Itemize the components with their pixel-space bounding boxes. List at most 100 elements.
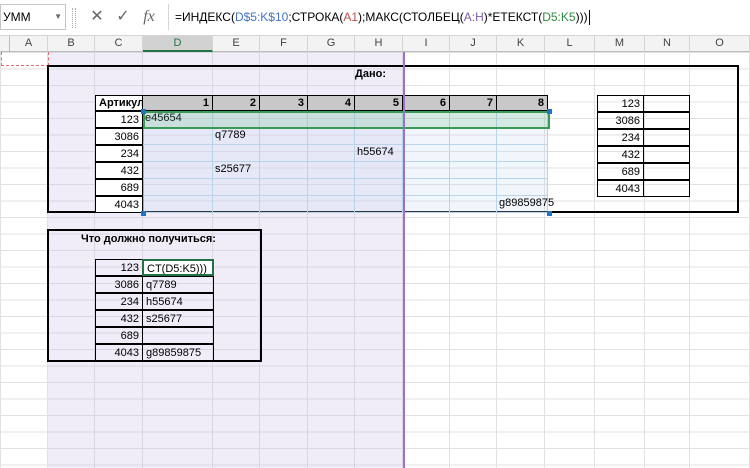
data-cell[interactable]	[450, 179, 497, 196]
column-header-k[interactable]: K	[497, 36, 545, 52]
data-cell[interactable]	[497, 179, 548, 196]
data-cell[interactable]	[143, 145, 213, 162]
data-cell[interactable]	[450, 145, 497, 162]
side-list-cell[interactable]: 123	[597, 95, 644, 112]
insert-function-icon[interactable]: fx	[138, 6, 160, 28]
side-list-empty-cell[interactable]	[643, 180, 690, 197]
data-cell[interactable]	[403, 179, 450, 196]
side-list-cell[interactable]: 3086	[597, 112, 644, 129]
column-header-h[interactable]: H	[355, 36, 403, 52]
expected-value-cell[interactable]: s25677	[142, 310, 214, 327]
column-header-b[interactable]: B	[48, 36, 95, 52]
header-number-cell[interactable]: 3	[260, 95, 308, 111]
article-cell[interactable]: 123	[95, 111, 143, 128]
enter-icon[interactable]: ✓	[112, 6, 134, 28]
side-list-empty-cell[interactable]	[643, 146, 690, 163]
data-cell[interactable]	[497, 128, 548, 145]
range-handle[interactable]	[547, 109, 552, 114]
article-cell[interactable]: 4043	[95, 196, 143, 213]
side-list-cell[interactable]: 689	[597, 163, 644, 180]
data-cell[interactable]	[308, 128, 355, 145]
header-number-cell[interactable]: 2	[213, 95, 260, 111]
range-handle[interactable]	[141, 109, 146, 114]
data-cell[interactable]: h55674	[355, 145, 403, 162]
article-cell[interactable]: 234	[95, 145, 143, 162]
data-cell[interactable]	[355, 196, 403, 213]
expected-value-cell[interactable]	[142, 327, 214, 344]
expected-article-cell[interactable]: 123	[95, 259, 143, 276]
data-cell[interactable]: s25677	[213, 162, 260, 179]
column-header-f[interactable]: F	[260, 36, 308, 52]
data-cell[interactable]: q7789	[213, 128, 260, 145]
data-cell[interactable]	[260, 128, 308, 145]
worksheet-grid[interactable]: Дано: Артикул 12345678 123 e45654 3086 q778…	[0, 52, 750, 468]
select-all-corner[interactable]	[0, 36, 10, 52]
column-header-m[interactable]: M	[595, 36, 645, 52]
data-cell[interactable]	[213, 196, 260, 213]
name-box[interactable]: УММ ▼	[0, 4, 66, 30]
article-cell[interactable]: 3086	[95, 128, 143, 145]
data-cell[interactable]	[143, 162, 213, 179]
column-header-a[interactable]: A	[10, 36, 48, 52]
data-cell[interactable]	[450, 162, 497, 179]
data-cell[interactable]	[403, 162, 450, 179]
data-cell[interactable]	[497, 145, 548, 162]
side-list-empty-cell[interactable]	[643, 163, 690, 180]
column-header-j[interactable]: J	[450, 36, 497, 52]
column-header-o[interactable]: O	[690, 36, 750, 52]
side-list-empty-cell[interactable]	[643, 95, 690, 112]
data-cell[interactable]	[403, 196, 450, 213]
data-cell[interactable]	[213, 179, 260, 196]
data-cell[interactable]: g89859875	[497, 196, 554, 213]
column-header-g[interactable]: G	[308, 36, 355, 52]
expected-article-cell[interactable]: 4043	[95, 344, 143, 361]
data-cell[interactable]	[308, 179, 355, 196]
header-number-cell[interactable]: 7	[450, 95, 497, 111]
data-cell[interactable]	[308, 196, 355, 213]
data-cell[interactable]	[260, 145, 308, 162]
data-cell[interactable]	[143, 179, 213, 196]
data-cell[interactable]	[260, 162, 308, 179]
data-cell[interactable]	[403, 145, 450, 162]
expected-article-cell[interactable]: 3086	[95, 276, 143, 293]
data-cell[interactable]	[403, 128, 450, 145]
data-cell[interactable]	[308, 162, 355, 179]
column-header-n[interactable]: N	[645, 36, 690, 52]
expected-value-cell[interactable]: g89859875	[142, 344, 214, 361]
data-cell[interactable]	[450, 196, 497, 213]
side-list-empty-cell[interactable]	[643, 112, 690, 129]
data-cell[interactable]	[355, 128, 403, 145]
data-cell[interactable]	[143, 196, 213, 213]
header-number-cell[interactable]: 8	[497, 95, 548, 111]
header-number-cell[interactable]: 4	[308, 95, 355, 111]
data-cell[interactable]	[143, 128, 213, 145]
column-header-c[interactable]: C	[95, 36, 143, 52]
chevron-down-icon[interactable]: ▼	[54, 5, 62, 29]
data-cell[interactable]	[260, 179, 308, 196]
article-cell[interactable]: 689	[95, 179, 143, 196]
expected-value-cell[interactable]: q7789	[142, 276, 214, 293]
column-header-i[interactable]: I	[403, 36, 450, 52]
header-number-cell[interactable]: 5	[355, 95, 403, 111]
side-list-empty-cell[interactable]	[643, 129, 690, 146]
column-header-l[interactable]: L	[545, 36, 595, 52]
range-handle[interactable]	[547, 211, 552, 216]
side-list-cell[interactable]: 234	[597, 129, 644, 146]
expected-article-cell[interactable]: 234	[95, 293, 143, 310]
expected-article-cell[interactable]: 689	[95, 327, 143, 344]
header-number-cell[interactable]: 1	[143, 95, 213, 111]
active-cell[interactable]: CT(D5:K5)))	[142, 259, 214, 276]
column-header-d[interactable]: D	[143, 36, 213, 52]
range-handle[interactable]	[141, 211, 146, 216]
data-cell[interactable]	[355, 162, 403, 179]
data-cell[interactable]	[308, 145, 355, 162]
formula-input[interactable]: =ИНДЕКС(D$5:K$10;СТРОКА(A1);МАКС(СТОЛБЕЦ…	[168, 4, 750, 30]
data-cell[interactable]	[260, 196, 308, 213]
article-cell[interactable]: 432	[95, 162, 143, 179]
side-list-cell[interactable]: 4043	[597, 180, 644, 197]
data-cell[interactable]	[497, 162, 548, 179]
header-number-cell[interactable]: 6	[403, 95, 450, 111]
data-cell[interactable]	[213, 145, 260, 162]
data-cell[interactable]	[450, 128, 497, 145]
column-header-e[interactable]: E	[213, 36, 260, 52]
